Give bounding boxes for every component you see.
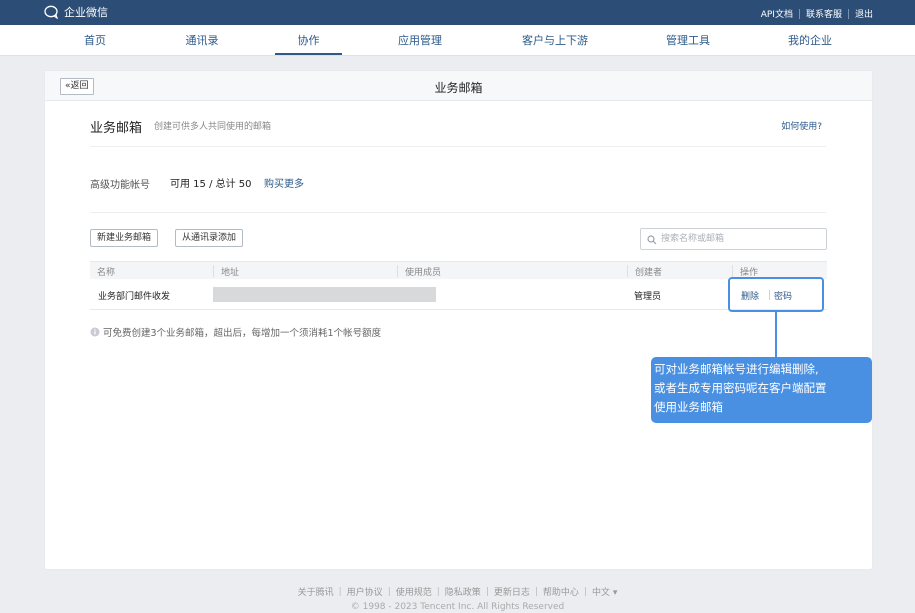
search-input[interactable]: [661, 232, 821, 246]
table-row[interactable]: 业务部门邮件收发 管理员 删除 密码: [90, 279, 827, 310]
card-header: «返回 业务邮箱: [45, 71, 872, 101]
nav-item-contacts[interactable]: 通讯录: [169, 25, 235, 56]
highlight-connector: [775, 312, 777, 357]
divider: [90, 212, 826, 213]
main-nav: 首页 通讯录 协作 应用管理 客户与上下游 管理工具 我的企业: [0, 25, 915, 56]
nav-item-my-enterprise[interactable]: 我的企业: [777, 25, 843, 56]
divider: [798, 8, 800, 19]
annotation-tooltip: 可对业务邮箱帐号进行编辑删除, 或者生成专用密码呢在客户端配置 使用业务邮箱: [651, 357, 872, 423]
main-card: «返回 业务邮箱 业务邮箱 创建可供多人共同使用的邮箱 如何使用? 高级功能帐号…: [45, 71, 872, 569]
top-links: API文档 联系客服 退出: [761, 7, 873, 20]
mailbox-creator: 管理员: [634, 292, 662, 302]
divider: |: [387, 586, 391, 597]
mailbox-address-redacted: [213, 287, 436, 302]
footer-link-changelog[interactable]: 更新日志: [494, 585, 530, 598]
wecom-logo-icon: [44, 5, 58, 19]
logout-link[interactable]: 退出: [855, 7, 873, 20]
copyright: © 1998 - 2023 Tencent Inc. All Rights Re…: [350, 602, 565, 612]
footer-link-privacy[interactable]: 隐私政策: [445, 585, 481, 598]
footer-link-user-agreement[interactable]: 用户协议: [347, 585, 383, 598]
footer-link-help-center[interactable]: 帮助中心: [543, 585, 579, 598]
api-docs-link[interactable]: API文档: [761, 7, 793, 20]
info-icon: [90, 327, 100, 337]
how-to-use-link[interactable]: 如何使用?: [781, 119, 822, 132]
column-header-name: 名称: [97, 268, 116, 278]
nav-item-admin-tools[interactable]: 管理工具: [655, 25, 721, 56]
quota-value: 可用 15 / 总计 50: [170, 179, 252, 190]
info-note: 可免费创建3个业务邮箱，超出后，每增加一个须消耗1个帐号额度: [90, 325, 381, 339]
quota-label: 高级功能帐号: [90, 180, 150, 191]
contact-support-link[interactable]: 联系客服: [806, 7, 842, 20]
divider: |: [534, 586, 538, 597]
nav-item-home[interactable]: 首页: [62, 25, 128, 56]
divider: |: [436, 586, 440, 597]
page-title: 业务邮箱: [434, 81, 483, 95]
nav-item-collaboration[interactable]: 协作: [275, 25, 342, 56]
column-header-members: 使用成员: [405, 268, 442, 278]
column-header-creator: 创建者: [635, 268, 663, 278]
footer: 关于腾讯 | 用户协议 | 使用规范 | 隐私政策 | 更新日志 | 帮助中心 | 中文 ▾: [0, 585, 915, 599]
footer-link-usage-rules[interactable]: 使用规范: [396, 585, 432, 598]
brand-logo[interactable]: 企业微信: [44, 4, 108, 20]
language-selector[interactable]: 中文 ▾: [592, 585, 617, 598]
nav-item-customers[interactable]: 客户与上下游: [510, 25, 600, 56]
actions-highlight-box: [728, 277, 824, 312]
divider: |: [338, 586, 342, 597]
top-bar: 企业微信 API文档 联系客服 退出: [0, 0, 915, 25]
divider: [213, 265, 214, 277]
tooltip-line: 可对业务邮箱帐号进行编辑删除,: [654, 362, 819, 376]
column-header-address: 地址: [221, 268, 240, 278]
brand-name: 企业微信: [64, 6, 108, 19]
add-from-contacts-button[interactable]: 从通讯录添加: [175, 229, 244, 247]
footer-links: 关于腾讯 | 用户协议 | 使用规范 | 隐私政策 | 更新日志 | 帮助中心 | 中文 ▾: [0, 585, 915, 599]
divider: [732, 265, 733, 277]
divider: [90, 146, 826, 147]
table-header: 名称 地址 使用成员 创建者 操作: [90, 261, 827, 279]
section-title: 业务邮箱: [90, 121, 143, 136]
mailbox-name: 业务部门邮件收发: [98, 292, 171, 302]
buy-more-link[interactable]: 购买更多: [264, 175, 304, 190]
search-box: [640, 228, 827, 250]
tooltip-line: 使用业务邮箱: [654, 400, 723, 414]
footer-link-about[interactable]: 关于腾讯: [298, 585, 334, 598]
search-icon: [647, 235, 657, 245]
new-business-mailbox-button[interactable]: 新建业务邮箱: [90, 229, 159, 247]
divider: |: [583, 586, 587, 597]
info-note-text: 可免费创建3个业务邮箱，超出后，每增加一个须消耗1个帐号额度: [103, 328, 382, 339]
divider: [397, 265, 398, 277]
divider: [847, 8, 849, 19]
tooltip-line: 或者生成专用密码呢在客户端配置: [654, 381, 827, 395]
divider: |: [485, 586, 489, 597]
nav-item-app-management[interactable]: 应用管理: [387, 25, 453, 56]
divider: [627, 265, 628, 277]
section-description: 创建可供多人共同使用的邮箱: [154, 122, 272, 132]
